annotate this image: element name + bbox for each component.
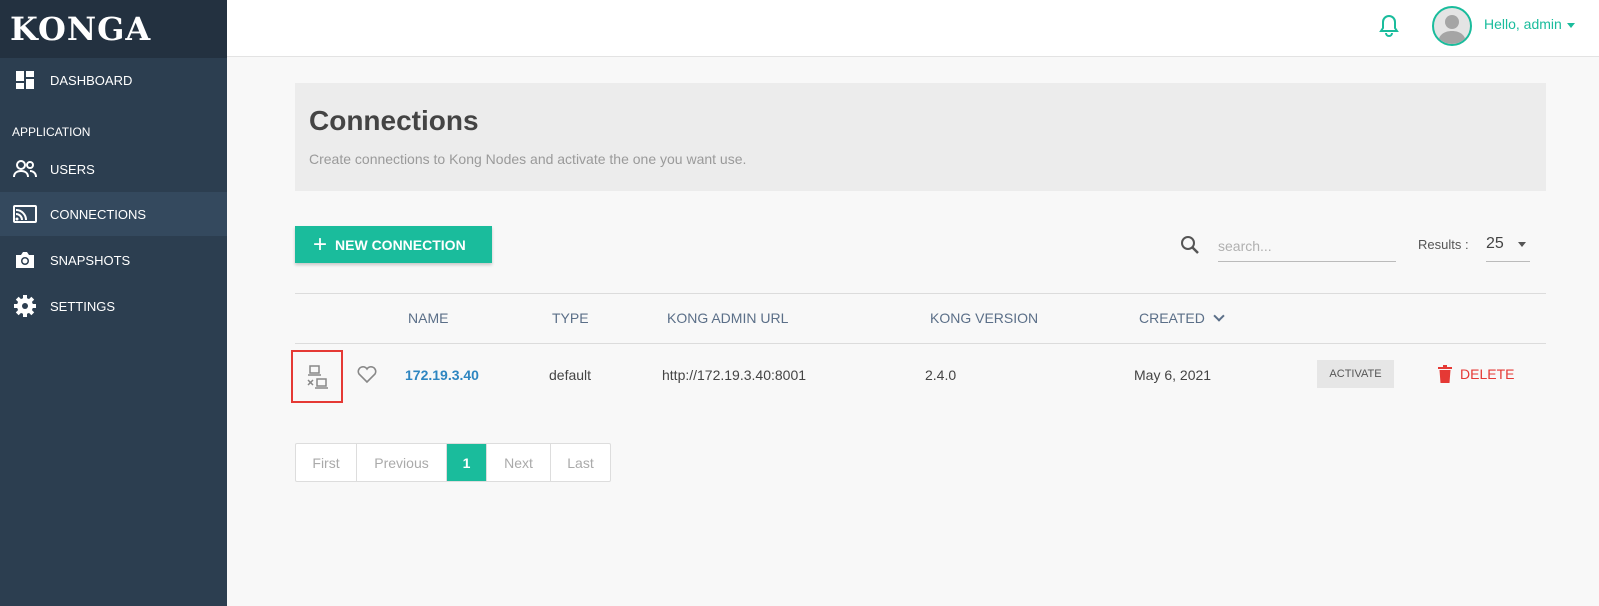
page-header: Connections Create connections to Kong N… — [295, 83, 1546, 191]
activate-button[interactable]: ACTIVATE — [1317, 360, 1394, 388]
page-title: Connections — [309, 105, 479, 136]
new-connection-button[interactable]: + NEW CONNECTION — [295, 226, 492, 263]
page-subtitle: Create connections to Kong Nodes and act… — [309, 151, 747, 167]
trash-icon — [1438, 365, 1452, 383]
app-logo[interactable]: KONGA — [0, 0, 227, 58]
caret-down-icon — [1566, 22, 1575, 28]
app-logo-text: KONGA — [10, 10, 152, 48]
results-per-page-value: 25 — [1486, 235, 1504, 252]
pagination-last[interactable]: Last — [551, 444, 610, 481]
results-label: Results : — [1418, 237, 1469, 252]
pagination-page-1[interactable]: 1 — [447, 444, 487, 481]
pagination-previous[interactable]: Previous — [357, 444, 447, 481]
table-header-divider — [295, 343, 1546, 344]
user-menu[interactable]: Hello, admin — [1484, 16, 1575, 32]
column-header-created[interactable]: CREATED — [1139, 310, 1225, 326]
sidebar-item-dashboard[interactable]: DASHBOARD — [0, 58, 227, 102]
favorite-heart-icon[interactable] — [356, 364, 378, 384]
pagination-next[interactable]: Next — [487, 444, 551, 481]
connections-icon — [13, 202, 37, 226]
sidebar-item-label: SETTINGS — [50, 298, 116, 314]
results-per-page-select[interactable]: 25 — [1486, 232, 1530, 262]
sort-desc-icon — [1213, 310, 1225, 322]
disconnected-icon — [307, 364, 328, 389]
users-icon — [13, 157, 37, 181]
sidebar-item-label: DASHBOARD — [50, 72, 133, 88]
user-greeting: Hello, admin — [1484, 16, 1562, 32]
column-header-name[interactable]: NAME — [408, 310, 448, 326]
table-top-divider — [295, 293, 1546, 294]
sidebar-item-settings[interactable]: SETTINGS — [0, 284, 227, 328]
column-header-created-label: CREATED — [1139, 310, 1205, 326]
connection-type: default — [549, 367, 592, 383]
plus-icon: + — [313, 230, 328, 258]
bell-icon[interactable] — [1378, 14, 1400, 38]
search-icon — [1180, 235, 1200, 255]
delete-label: DELETE — [1460, 366, 1515, 382]
column-header-version[interactable]: KONG VERSION — [930, 310, 1038, 326]
sidebar-section-application: APPLICATION — [12, 125, 91, 139]
delete-button[interactable]: DELETE — [1438, 365, 1514, 383]
sidebar: KONGA DASHBOARD APPLICATION USERS CONNEC… — [0, 0, 227, 606]
search-input[interactable] — [1218, 230, 1396, 262]
connection-name-link[interactable]: 172.19.3.40 — [405, 367, 479, 383]
gear-icon — [13, 294, 37, 318]
sidebar-item-users[interactable]: USERS — [0, 147, 227, 191]
dashboard-icon — [13, 68, 37, 92]
column-header-type[interactable]: TYPE — [552, 310, 589, 326]
user-avatar-icon[interactable] — [1432, 6, 1472, 46]
sidebar-item-label: CONNECTIONS — [50, 206, 147, 222]
sidebar-item-snapshots[interactable]: SNAPSHOTS — [0, 238, 227, 282]
sidebar-item-label: SNAPSHOTS — [50, 252, 131, 268]
caret-down-icon — [1518, 242, 1526, 247]
new-connection-label: NEW CONNECTION — [335, 236, 466, 253]
connection-status-button[interactable] — [291, 350, 343, 403]
pagination: First Previous 1 Next Last — [295, 443, 611, 482]
connection-created-date: May 6, 2021 — [1134, 367, 1212, 383]
connection-admin-url: http://172.19.3.40:8001 — [662, 367, 807, 383]
camera-icon — [13, 248, 37, 272]
connection-kong-version: 2.4.0 — [925, 367, 957, 383]
sidebar-item-label: USERS — [50, 161, 95, 177]
column-header-url[interactable]: KONG ADMIN URL — [667, 310, 788, 326]
sidebar-item-connections[interactable]: CONNECTIONS — [0, 192, 227, 236]
pagination-first[interactable]: First — [296, 444, 357, 481]
